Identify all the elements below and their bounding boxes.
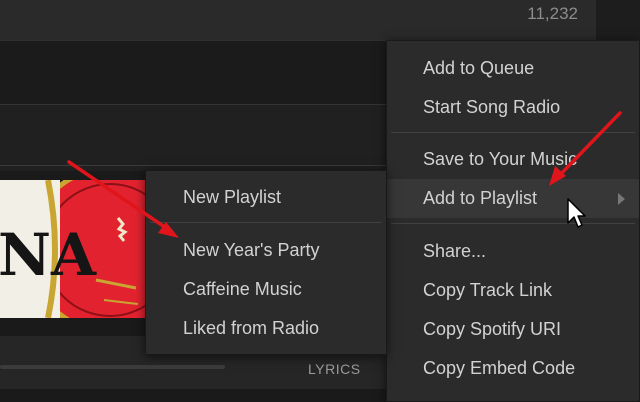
menu-item-start-song-radio[interactable]: Start Song Radio bbox=[387, 88, 639, 127]
menu-item-copy-embed-code[interactable]: Copy Embed Code bbox=[387, 349, 639, 388]
header-bar bbox=[0, 0, 596, 40]
submenu-item-new-years-party[interactable]: New Year's Party bbox=[146, 231, 386, 270]
menu-item-copy-spotify-uri[interactable]: Copy Spotify URI bbox=[387, 310, 639, 349]
menu-item-label: Add to Playlist bbox=[423, 188, 538, 208]
album-letters: NA bbox=[0, 221, 97, 289]
context-menu: Add to Queue Start Song Radio Save to Yo… bbox=[386, 40, 640, 402]
playlist-submenu: New Playlist New Year's Party Caffeine M… bbox=[145, 170, 387, 355]
menu-item-copy-track-link[interactable]: Copy Track Link bbox=[387, 271, 639, 310]
menu-item-save-to-your-music[interactable]: Save to Your Music bbox=[387, 140, 639, 179]
progress-bar[interactable] bbox=[0, 365, 225, 369]
submenu-item-new-playlist[interactable]: New Playlist bbox=[146, 178, 386, 217]
play-count: 11,232 bbox=[527, 4, 578, 23]
menu-separator bbox=[391, 132, 635, 133]
submenu-item-caffeine-music[interactable]: Caffeine Music bbox=[146, 270, 386, 309]
submenu-item-liked-from-radio[interactable]: Liked from Radio bbox=[146, 309, 386, 348]
mouse-cursor-icon bbox=[567, 198, 586, 228]
album-art[interactable]: NA bbox=[0, 180, 150, 318]
menu-separator bbox=[391, 223, 635, 224]
menu-item-add-to-playlist[interactable]: Add to Playlist bbox=[387, 179, 639, 218]
menu-item-add-to-queue[interactable]: Add to Queue bbox=[387, 49, 639, 88]
menu-separator bbox=[150, 222, 382, 223]
lyrics-button[interactable]: LYRICS bbox=[308, 361, 361, 377]
chevron-right-icon bbox=[618, 193, 625, 205]
menu-item-share[interactable]: Share... bbox=[387, 232, 639, 271]
